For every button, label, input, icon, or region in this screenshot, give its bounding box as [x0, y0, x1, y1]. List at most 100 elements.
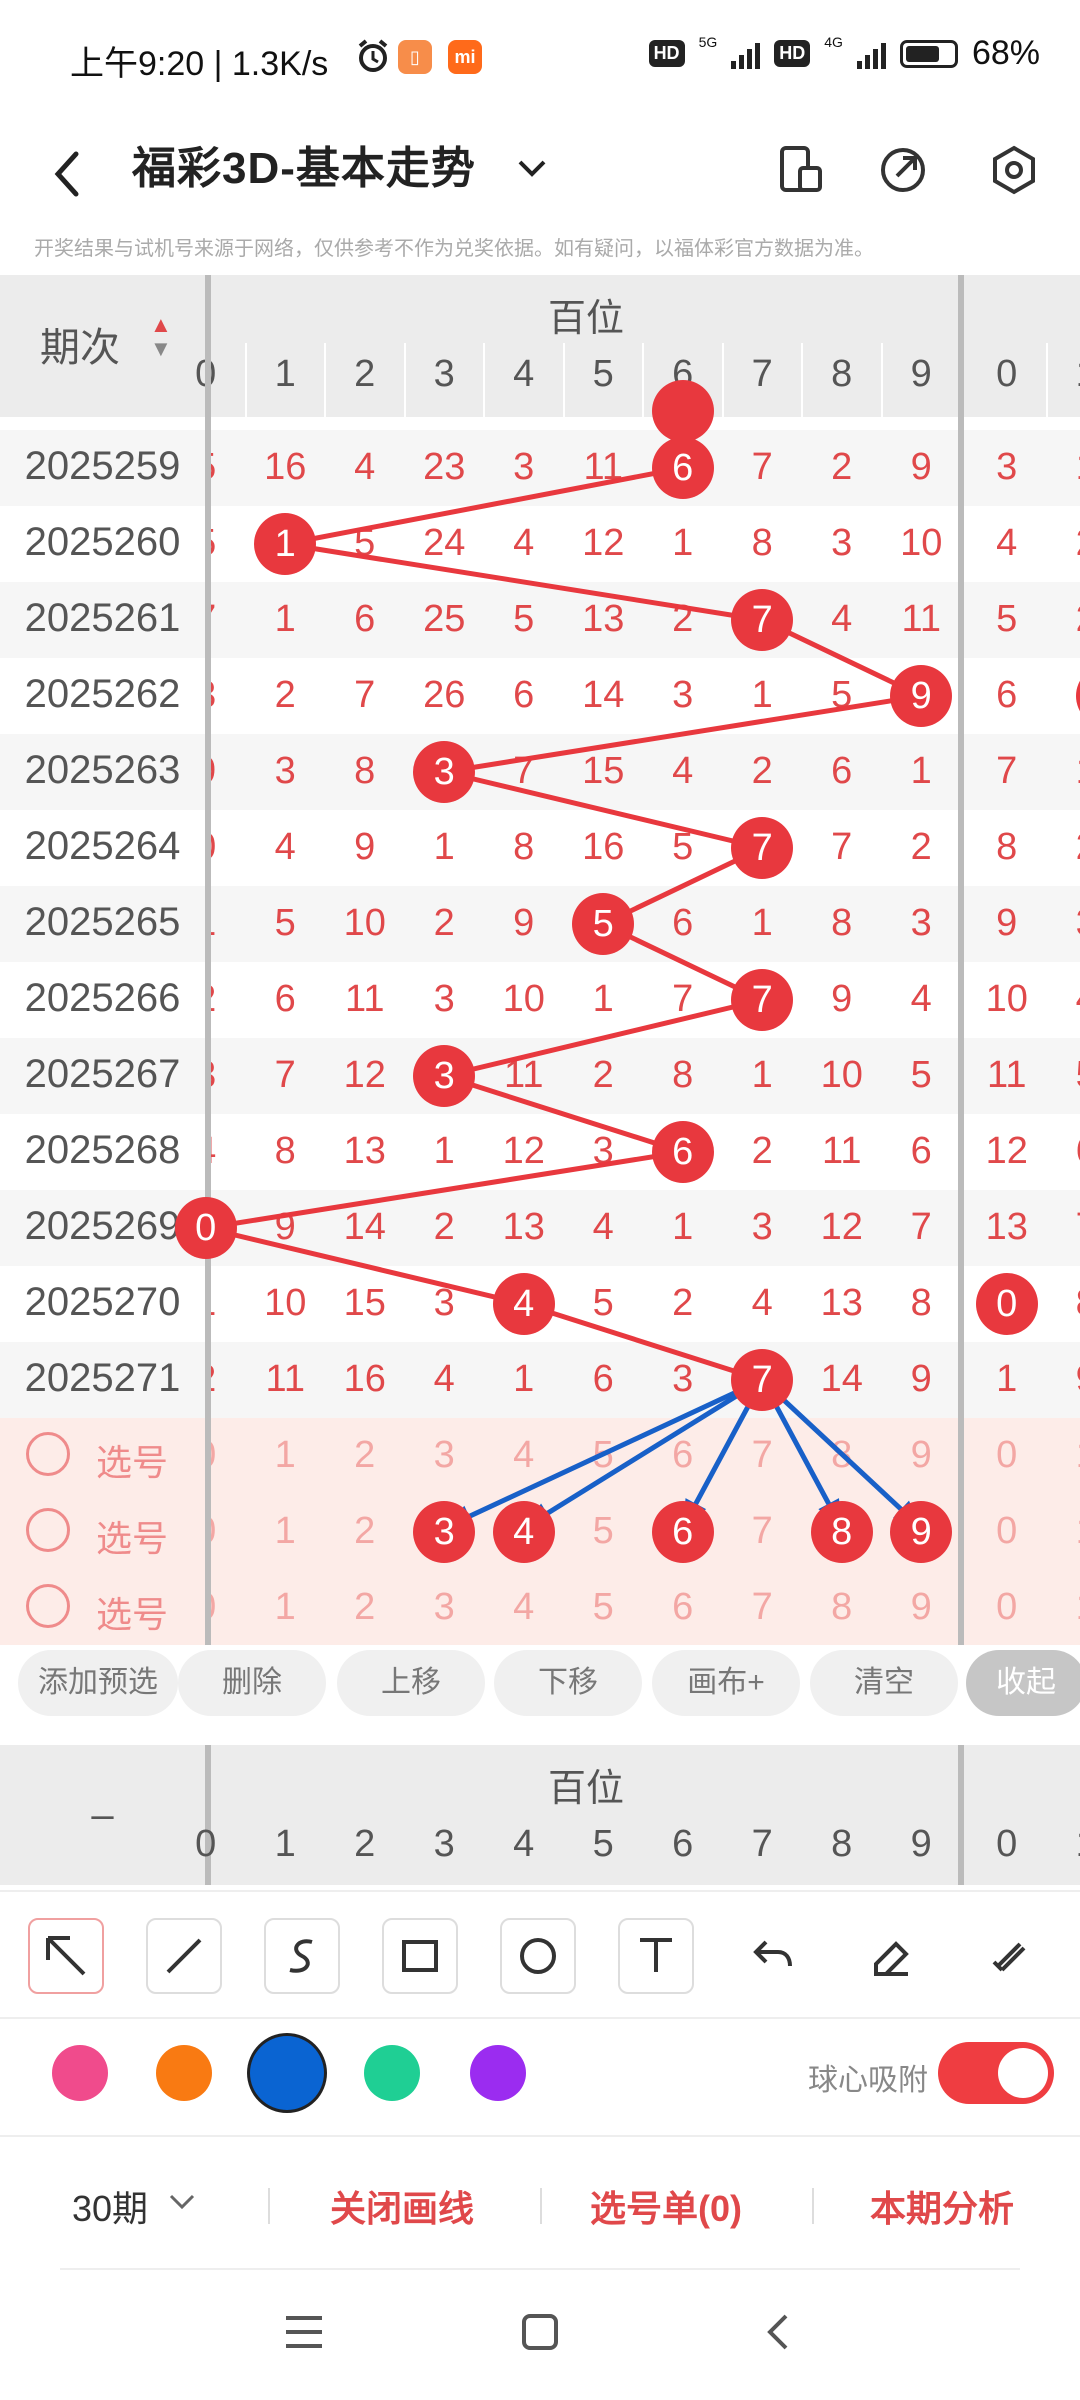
period-cell: 2025259	[0, 444, 205, 489]
period-cell: 2025271	[0, 1356, 205, 1401]
eraser-tool-icon[interactable]	[854, 1918, 930, 1994]
action-button-4[interactable]: 画布+	[652, 1650, 800, 1716]
grid2-digit: 7	[751, 1823, 773, 1865]
battery-level: 68%	[971, 34, 1040, 72]
title-bar: 福彩3D-基本走势	[0, 110, 1080, 230]
pick-label: 选号	[96, 1518, 169, 1559]
grid2-digit: 3	[433, 1823, 455, 1865]
action-button-2[interactable]: 上移	[337, 1650, 485, 1716]
period-cell: 2025267	[0, 1052, 205, 1097]
disclaimer-text: 开奖结果与试机号来源于网络，仅供参考不作为兑奖依据。如有疑问，以福体彩官方数据为…	[34, 238, 874, 260]
signal-5g-icon	[731, 39, 761, 69]
close-lines-button[interactable]: 关闭画线	[330, 2180, 474, 2232]
chevron-down-icon[interactable]	[512, 148, 552, 193]
hit-ball: 7	[731, 817, 794, 879]
share-icon[interactable]	[873, 140, 933, 200]
color-swatch[interactable]	[52, 2045, 108, 2101]
hit-ball: 6	[651, 1121, 714, 1183]
grid2-digit: 2	[354, 1823, 376, 1865]
period-cell: 2025263	[0, 748, 205, 793]
hd-badge-2: HD	[774, 40, 811, 67]
group-separator	[958, 275, 964, 1645]
action-button-3[interactable]: 下移	[494, 1650, 642, 1716]
grid2-digit: 6	[672, 1823, 694, 1865]
color-swatch[interactable]	[470, 2045, 526, 2101]
grid2-digit: 0	[195, 1823, 217, 1865]
picked-ball[interactable]: 8	[810, 1501, 873, 1563]
status-right: HD 5G HD 4G 68%	[648, 34, 1040, 73]
hit-ball: 7	[731, 589, 794, 651]
period-cell: 2025265	[0, 900, 205, 945]
back-icon[interactable]	[44, 144, 94, 204]
status-time: 上午9:20 | 1.3K/s	[70, 45, 329, 83]
grid2-digit: 9	[910, 1823, 932, 1865]
pick-row-label[interactable]: 选号	[0, 1418, 205, 1494]
picked-ball[interactable]: 6	[651, 1501, 714, 1563]
picked-ball[interactable]: 3	[413, 1501, 476, 1563]
curve-tool-icon[interactable]	[264, 1918, 340, 1994]
status-bar: 上午9:20 | 1.3K/s ▯ mi HD 5G HD 4G 68%	[0, 0, 1080, 110]
hit-ball: 1	[254, 513, 317, 575]
grid2-digit: 8	[831, 1823, 853, 1865]
hit-ball-partial	[651, 380, 714, 442]
arrow-tool-icon[interactable]	[28, 1918, 104, 1994]
period-count-select[interactable]: 30期	[72, 2180, 148, 2232]
action-button-5[interactable]: 清空	[810, 1650, 958, 1716]
snap-label: 球心吸附	[808, 2064, 928, 2097]
undo-tool-icon[interactable]	[736, 1918, 812, 1994]
battery-icon	[899, 39, 958, 68]
hit-ball: 5	[572, 893, 635, 955]
circle-tool-icon[interactable]	[500, 1918, 576, 1994]
settings-icon[interactable]	[984, 140, 1044, 200]
grid2-digit: 1	[274, 1823, 296, 1865]
period-cell: 2025270	[0, 1280, 205, 1325]
pick-label: 选号	[96, 1594, 169, 1635]
chevron-down-small-icon[interactable]	[165, 2186, 199, 2221]
action-button-6[interactable]: 收起	[966, 1650, 1080, 1716]
action-bar: 添加预选 删除 上移 下移 画布+ 清空 收起	[0, 1650, 1080, 1740]
hit-ball: 4	[492, 1273, 555, 1335]
hit-ball: 3	[413, 1045, 476, 1107]
period-analysis-button[interactable]: 本期分析	[870, 2180, 1014, 2232]
period-cell: 2025260	[0, 520, 205, 565]
menu-icon[interactable]	[282, 2310, 326, 2359]
trend-table: 期次▲▼百位0123456789012025259516423311729312…	[0, 275, 1080, 1645]
nav-back-icon[interactable]	[758, 2310, 802, 2359]
radio-icon[interactable]	[26, 1584, 70, 1628]
trend-line	[205, 1149, 684, 1231]
grid2-group-label: 百位	[547, 1768, 624, 1810]
hit-ball: 7	[731, 1349, 794, 1411]
period-cell: 2025261	[0, 596, 205, 641]
hit-ball: 9	[890, 665, 953, 727]
picked-ball[interactable]: 9	[890, 1501, 953, 1563]
trend-line	[205, 1225, 525, 1307]
pick-row-label[interactable]: 选号	[0, 1494, 205, 1570]
picked-ball[interactable]: 4	[492, 1501, 555, 1563]
clear-tool-icon[interactable]	[972, 1918, 1048, 1994]
trend-line	[443, 1073, 684, 1155]
home-icon[interactable]	[518, 2310, 562, 2359]
action-button-1[interactable]: 删除	[178, 1650, 326, 1716]
trend-line	[443, 769, 763, 851]
grid2-digit: 4	[513, 1823, 535, 1865]
radio-icon[interactable]	[26, 1432, 70, 1476]
rect-tool-icon[interactable]	[382, 1918, 458, 1994]
pick-row-label[interactable]: 选号	[0, 1570, 205, 1645]
device-icon[interactable]	[770, 140, 830, 200]
line-tool-icon[interactable]	[146, 1918, 222, 1994]
hit-ball: 3	[413, 741, 476, 803]
color-swatch[interactable]	[364, 2045, 420, 2101]
snap-toggle[interactable]	[938, 2042, 1054, 2104]
text-tool-icon[interactable]	[618, 1918, 694, 1994]
color-swatch[interactable]	[156, 2045, 212, 2101]
page-title[interactable]: 福彩3D-基本走势	[132, 132, 476, 196]
mi-icon: mi	[448, 40, 482, 74]
trend-line	[284, 465, 684, 547]
grid2-digit: 1	[1047, 1823, 1080, 1866]
color-swatch[interactable]	[250, 2036, 324, 2110]
grid2-header: – 百位 012345678901	[0, 1745, 1080, 1885]
hd-badge: HD	[648, 40, 685, 67]
action-button-0[interactable]: 添加预选	[18, 1650, 178, 1716]
radio-icon[interactable]	[26, 1508, 70, 1552]
pick-list-button[interactable]: 选号单(0)	[590, 2180, 742, 2232]
